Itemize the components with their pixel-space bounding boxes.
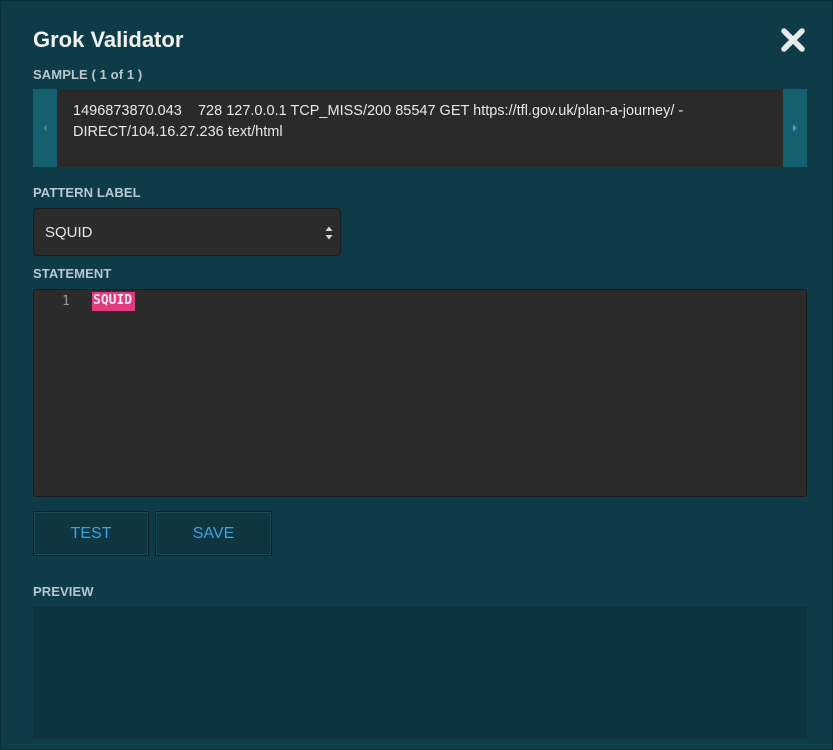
pattern-label-heading: PATTERN LABEL bbox=[33, 185, 141, 200]
sample-text: 1496873870.043 728 127.0.0.1 TCP_MISS/20… bbox=[73, 103, 688, 140]
save-button[interactable]: SAVE bbox=[155, 511, 272, 556]
statement-label: STATEMENT bbox=[33, 266, 112, 281]
chevron-left-icon bbox=[43, 124, 47, 132]
statement-editor[interactable]: 1 SQUID bbox=[33, 289, 807, 497]
next-sample-button[interactable] bbox=[783, 89, 807, 167]
close-button[interactable] bbox=[778, 25, 808, 55]
sample-viewer: 1496873870.043 728 127.0.0.1 TCP_MISS/20… bbox=[33, 89, 807, 167]
pattern-label-value: SQUID bbox=[45, 224, 93, 241]
line-number: 1 bbox=[62, 294, 70, 309]
close-icon bbox=[781, 28, 805, 52]
previous-sample-button[interactable] bbox=[33, 89, 57, 167]
select-caret-icon bbox=[325, 226, 333, 240]
grok-validator-dialog: Grok Validator SAMPLE ( 1 of 1 ) 1496873… bbox=[0, 0, 833, 750]
preview-label: PREVIEW bbox=[33, 584, 94, 599]
test-button[interactable]: TEST bbox=[33, 511, 149, 556]
dialog-title: Grok Validator bbox=[33, 27, 184, 52]
pattern-label-select[interactable]: SQUID bbox=[33, 208, 341, 256]
chevron-right-icon bbox=[793, 124, 797, 132]
statement-code-token: SQUID bbox=[92, 292, 136, 311]
preview-area bbox=[33, 607, 807, 739]
sample-label: SAMPLE ( 1 of 1 ) bbox=[33, 67, 143, 82]
